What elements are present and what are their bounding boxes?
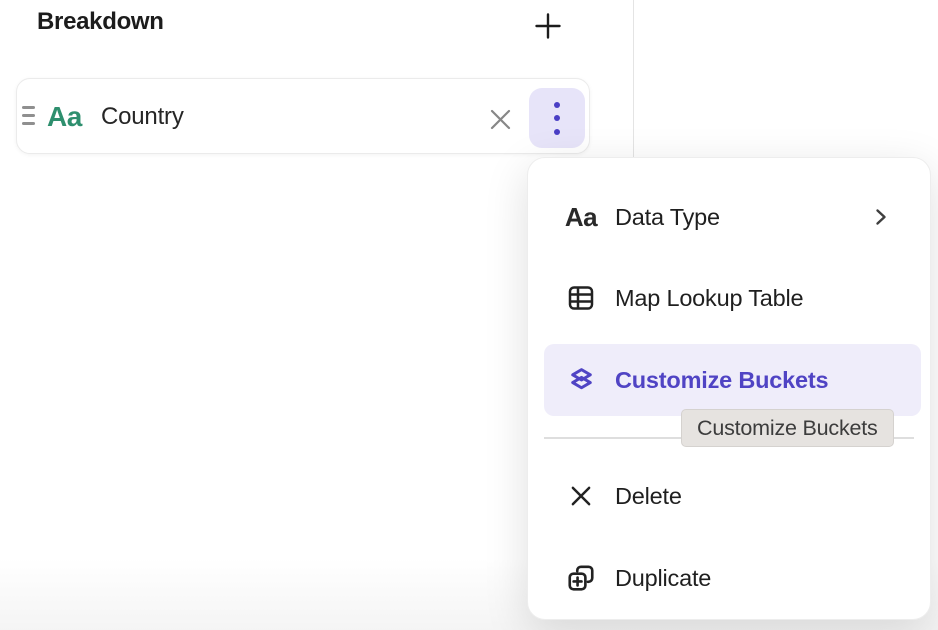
plus-icon [533,11,563,41]
breakdown-panel: Breakdown Aa Country Aa Data Type [0,0,938,630]
kebab-menu-icon [554,102,560,108]
text-type-icon: Aa [564,200,598,234]
remove-field-button[interactable] [486,105,514,133]
field-menu-button[interactable] [529,88,585,148]
chevron-right-icon [871,207,891,227]
menu-item-label: Duplicate [615,565,711,592]
pane-divider [633,0,634,157]
field-name-label: Country [101,79,184,155]
menu-item-label: Delete [615,483,682,510]
layers-icon [564,363,598,397]
menu-item-label: Customize Buckets [615,367,828,394]
breakdown-field-card: Aa Country [16,78,590,154]
customize-buckets-tooltip: Customize Buckets [681,409,894,447]
duplicate-icon [564,561,598,595]
table-icon [564,281,598,315]
menu-item-label: Map Lookup Table [615,285,803,312]
menu-item-delete[interactable]: Delete [544,460,921,532]
page-title: Breakdown [37,8,164,36]
field-context-menu: Aa Data Type Map Lookup Table [527,157,931,620]
x-icon [488,107,513,132]
menu-item-data-type[interactable]: Aa Data Type [544,181,921,253]
menu-item-customize-buckets[interactable]: Customize Buckets [544,344,921,416]
add-breakdown-button[interactable] [529,7,567,45]
drag-handle-icon[interactable] [22,106,36,128]
menu-item-map-lookup-table[interactable]: Map Lookup Table [544,262,921,334]
x-icon [564,479,598,513]
menu-item-label: Data Type [615,204,720,231]
menu-item-duplicate[interactable]: Duplicate [544,542,921,614]
text-type-icon: Aa [47,79,82,155]
